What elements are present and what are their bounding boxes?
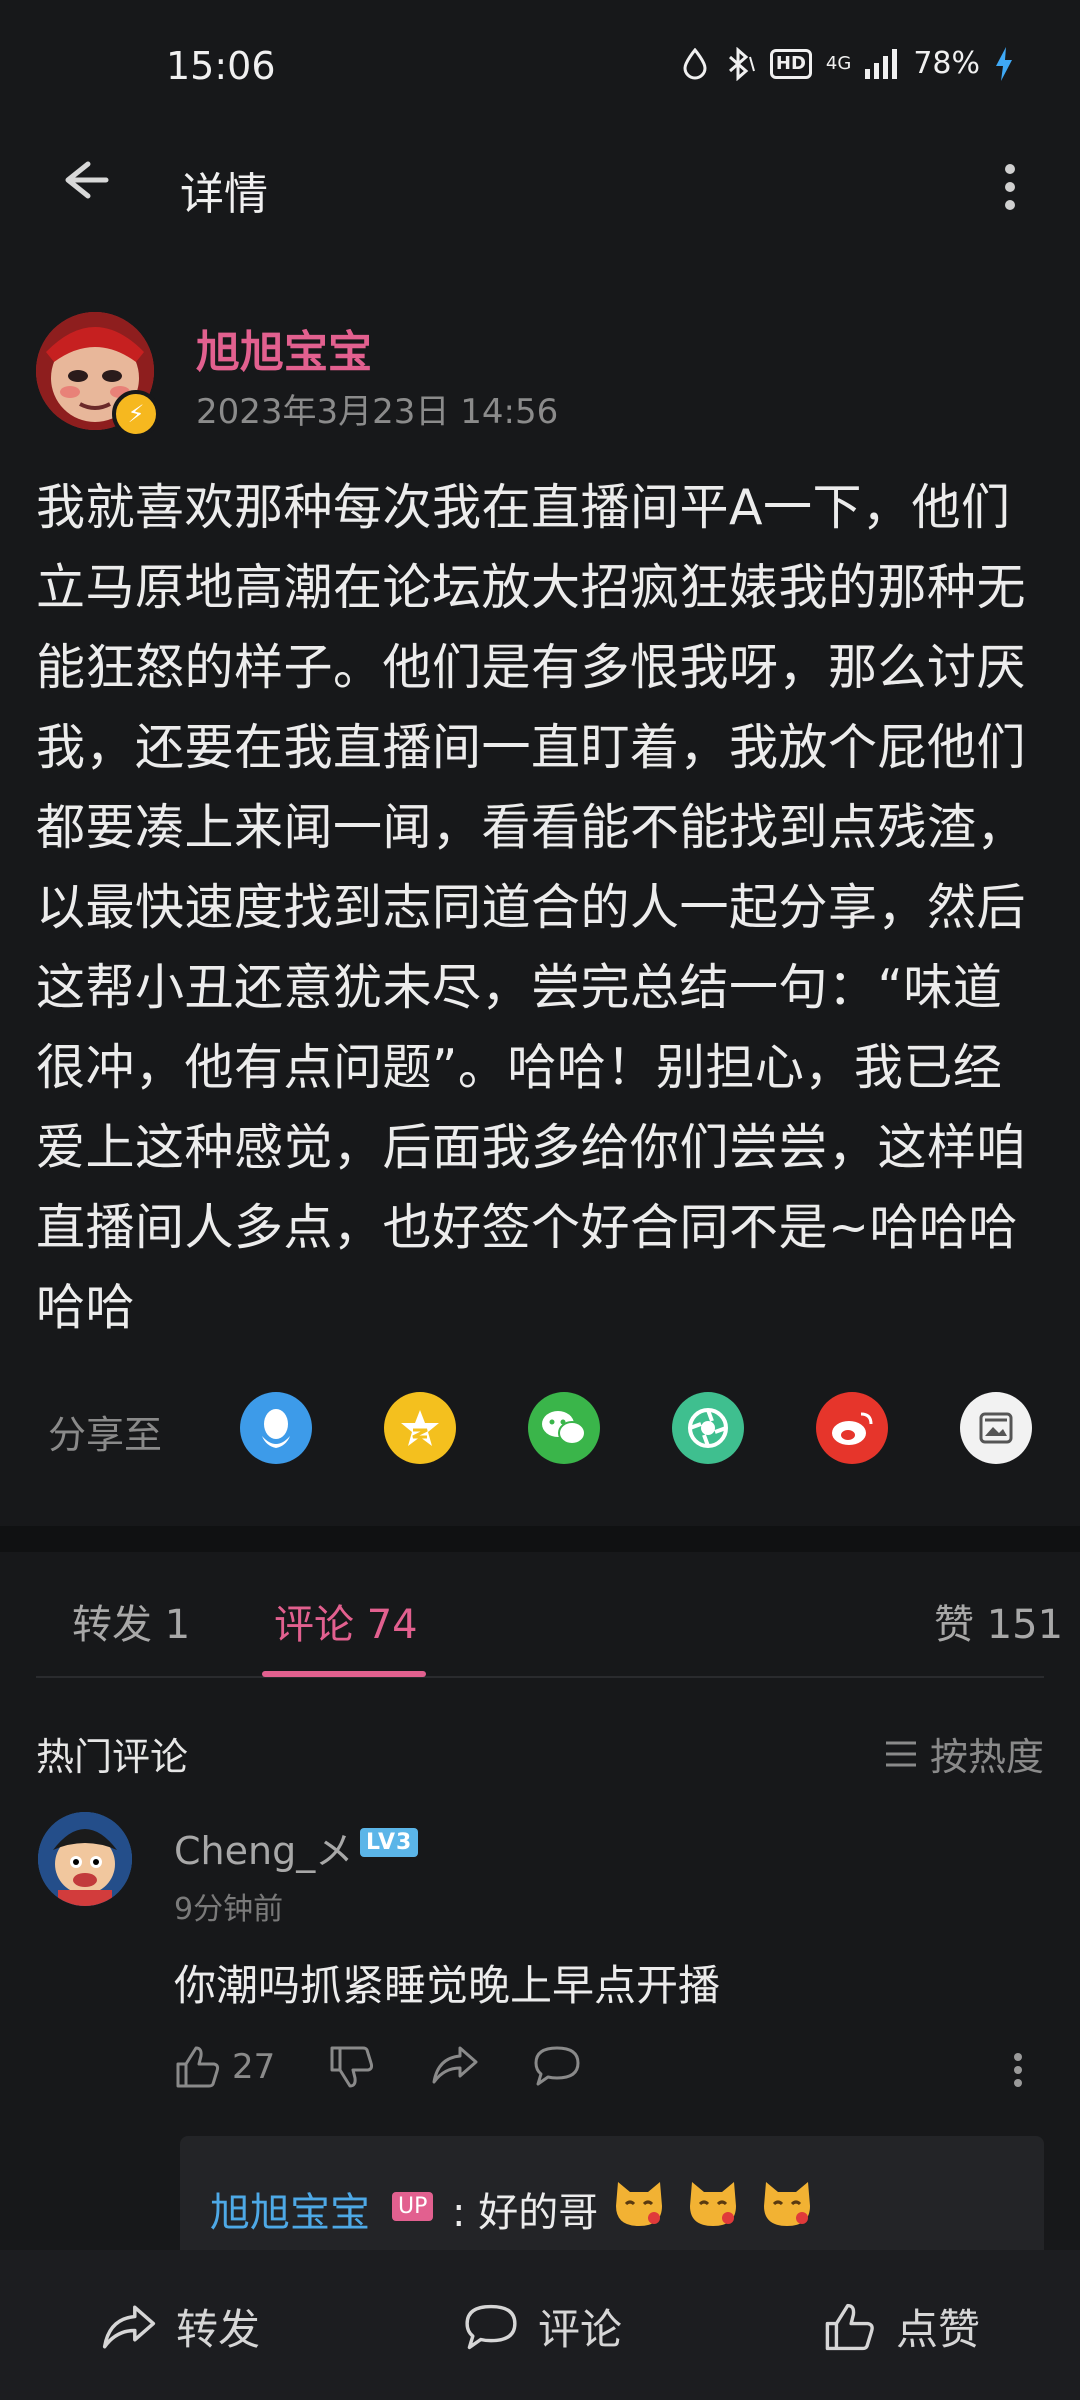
cat-emoji-icon [690,2182,736,2226]
bottom-repost-button[interactable]: 转发 [100,2296,260,2357]
more-vertical-icon [1008,2053,1028,2087]
network-label: 4G [825,53,852,74]
image-card-icon [979,1412,1013,1444]
signal-icon [865,48,899,79]
hot-comments-title: 热门评论 [36,1735,189,1779]
post-body: 我就喜欢那种每次我在直播间平A一下，他们立马原地高潮在论坛放大招疯狂婊我的那种无… [36,479,1027,1336]
reply-text: : 好的哥 [452,2190,599,2236]
comment-text: 你潮吗抓紧睡觉晚上早点开播 [174,1961,721,2010]
comment-more-button[interactable] [1008,2050,1028,2094]
share-image-button[interactable] [960,1392,1032,1464]
cat-emoji-icon [616,2182,662,2226]
speech-bubble-icon [534,2046,580,2086]
more-vertical-icon [995,164,1025,210]
tab-comments[interactable]: 评论 74 [274,1592,418,1650]
comment-time: 9分钟前 [174,1892,284,1927]
bottom-like-label: 点赞 [896,2305,981,2354]
page-title: 详情 [180,169,268,220]
comment-reply-button[interactable] [532,2044,582,2088]
status-icons: HD 4G 78% [682,46,1014,81]
bottom-comment-button[interactable]: 评论 [462,2296,622,2357]
more-menu-button[interactable] [995,160,1025,210]
qzone-star-icon [401,1410,439,1446]
charging-icon [994,46,1014,81]
comment-like-count: 27 [232,2047,276,2087]
back-button[interactable] [54,150,114,210]
post-time: 2023年3月23日 14:56 [196,392,559,432]
status-time: 15:06 [166,44,276,88]
share-qq-button[interactable] [240,1392,312,1464]
weibo-icon [832,1412,873,1445]
tab-likes[interactable]: 赞 151 [934,1592,1063,1650]
up-badge: UP [392,2192,434,2221]
bluetooth-icon [722,46,756,81]
thumbs-up-icon [176,2046,220,2088]
verified-badge-icon: ⚡ [112,390,160,438]
bottom-like-button[interactable]: 点赞 [822,2296,980,2357]
comment-like-button[interactable]: 27 [174,2044,275,2090]
arrow-left-icon [65,161,109,199]
speech-bubble-icon [465,2304,517,2349]
section-divider [0,1526,1080,1552]
share-qzone-button[interactable] [384,1392,456,1464]
sort-button[interactable]: 按热度 [884,1726,1044,1781]
share-moments-button[interactable] [672,1392,744,1464]
level-badge: LV3 [360,1828,419,1857]
bottom-comment-label: 评论 [538,2305,623,2354]
share-arrow-icon [432,2046,478,2084]
commenter-avatar[interactable] [38,1812,132,1906]
menu-lines-icon [885,1741,916,1766]
water-drop-icon [682,47,708,80]
commenter-name[interactable]: Cheng_メ [174,1820,353,1875]
share-weibo-button[interactable] [816,1392,888,1464]
share-wechat-button[interactable] [528,1392,600,1464]
share-label: 分享至 [48,1413,163,1457]
active-tab-indicator [262,1671,426,1677]
status-bar: 15:06 HD 4G 78% [0,0,1080,130]
qq-penguin-icon [262,1409,290,1448]
comment-share-button[interactable] [430,2044,480,2086]
thumbs-down-icon [330,2046,374,2088]
aperture-icon [688,1408,728,1448]
share-arrow-icon [102,2305,156,2348]
thumbs-up-icon [825,2303,874,2350]
wechat-icon [542,1411,586,1445]
comment-dislike-button[interactable] [328,2044,376,2090]
reply-author-name[interactable]: 旭旭宝宝 [210,2180,370,2238]
tab-repost[interactable]: 转发 1 [72,1592,190,1650]
bottom-repost-label: 转发 [176,2305,261,2354]
tab-divider [36,1676,1044,1678]
sort-label: 按热度 [929,1735,1044,1779]
hd-icon: HD [769,48,812,79]
author-name[interactable]: 旭旭宝宝 [196,316,372,380]
cat-emoji-icon [764,2182,810,2226]
battery-percent: 78% [913,46,980,81]
